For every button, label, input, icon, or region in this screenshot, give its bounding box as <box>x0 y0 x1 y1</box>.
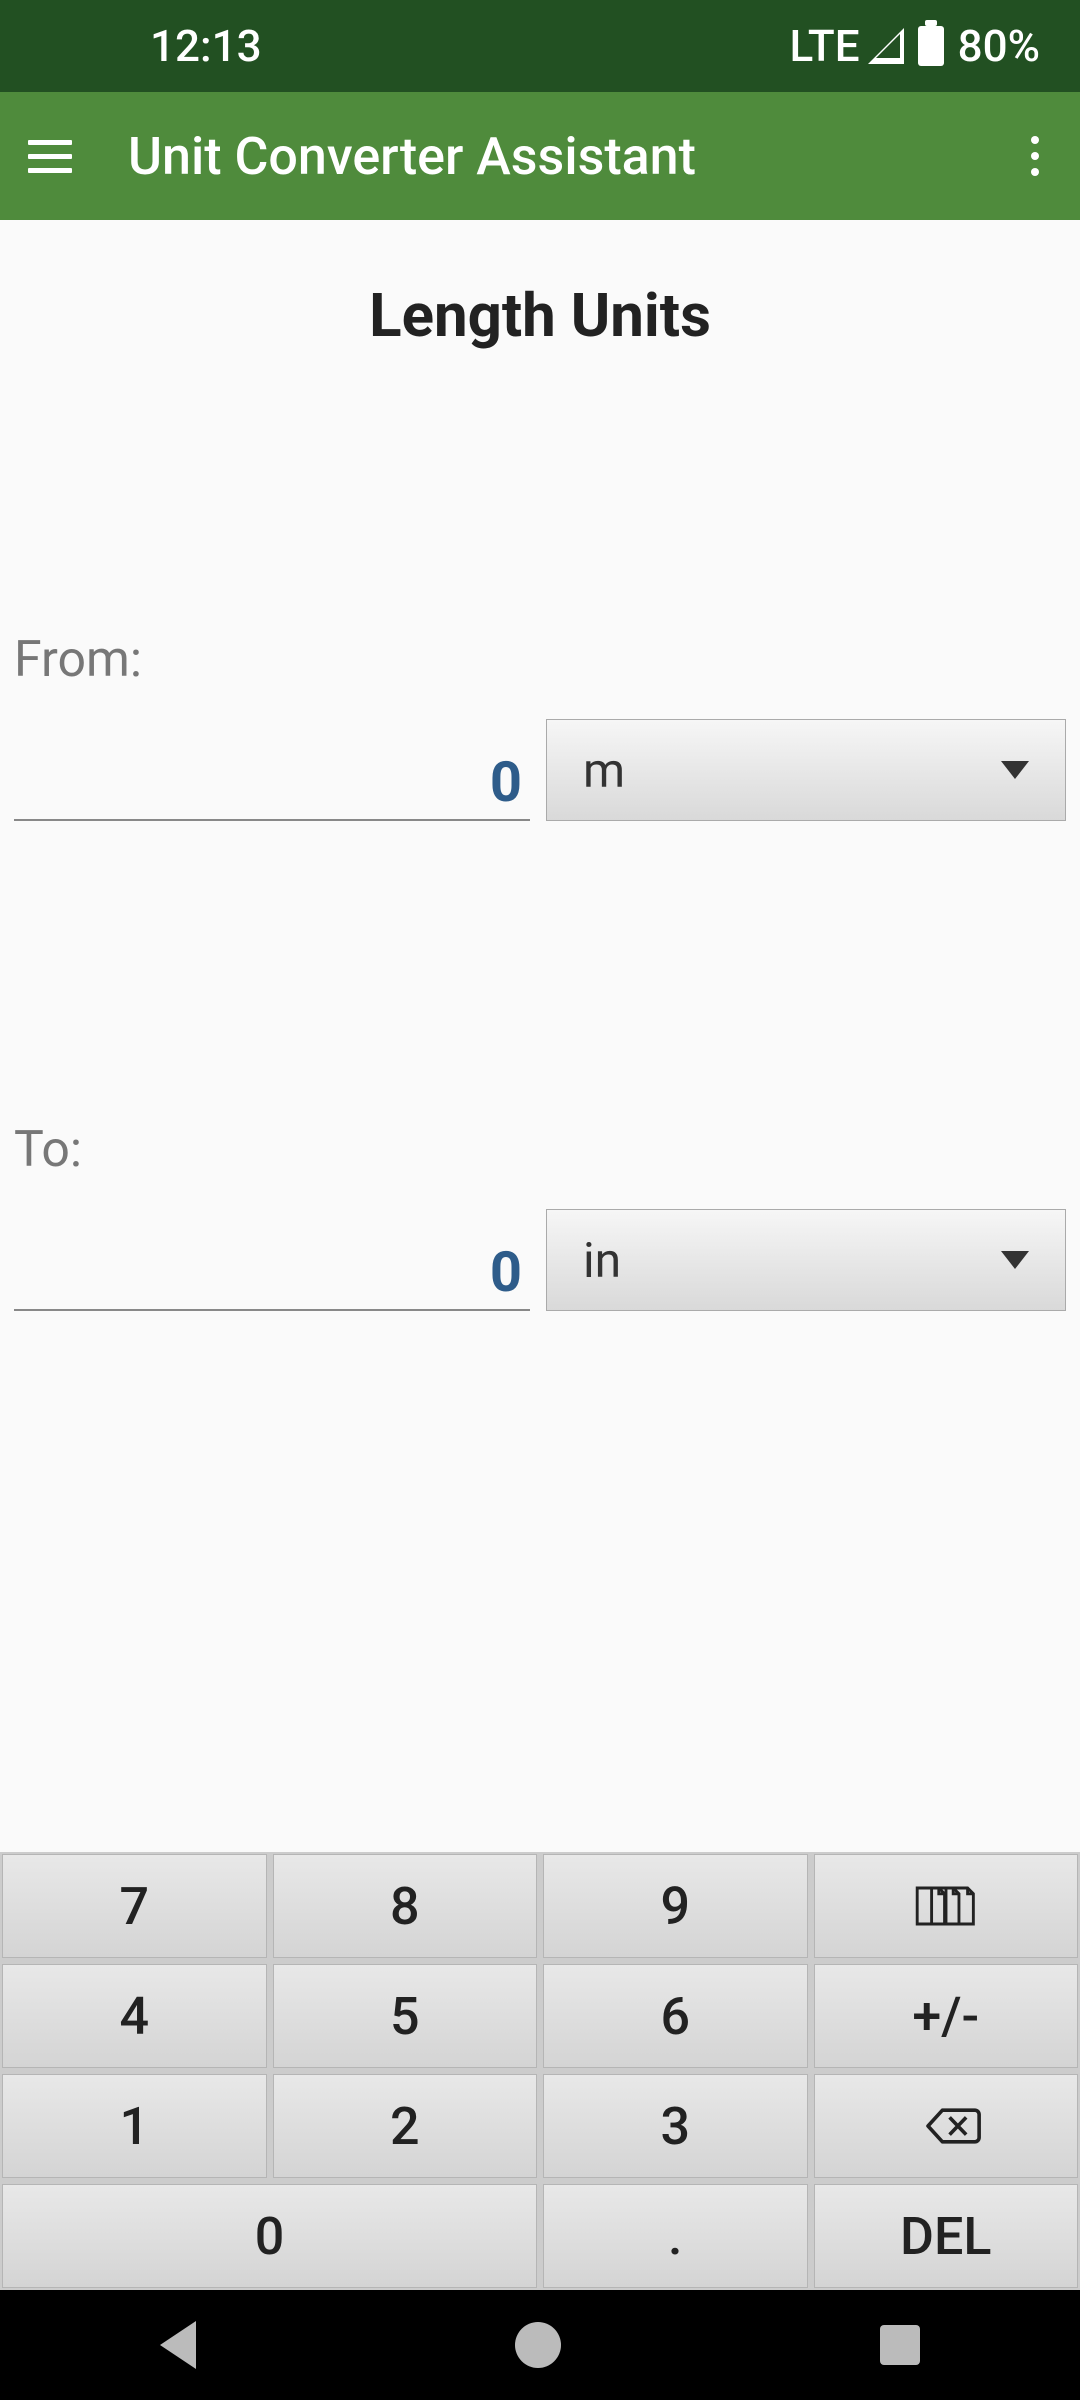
key-7[interactable]: 7 <box>2 1854 267 1958</box>
key-1[interactable]: 1 <box>2 2074 267 2178</box>
app-title: Unit Converter Assistant <box>128 126 1010 187</box>
overflow-icon[interactable] <box>1010 126 1060 186</box>
status-right: LTE 80% <box>790 20 1041 72</box>
nav-back-icon[interactable] <box>160 2321 196 2369</box>
from-value-input[interactable]: 0 <box>14 745 530 821</box>
key-5[interactable]: 5 <box>273 1964 538 2068</box>
status-battery: 80% <box>958 20 1040 72</box>
page-title: Length Units <box>14 280 1066 351</box>
app-bar: Unit Converter Assistant <box>0 92 1080 220</box>
status-bar: 12:13 LTE 80% <box>0 0 1080 92</box>
to-value-input[interactable]: 0 <box>14 1235 530 1311</box>
to-row: 0 in <box>14 1209 1066 1311</box>
key-4[interactable]: 4 <box>2 1964 267 2068</box>
nav-bar <box>0 2290 1080 2400</box>
status-network: LTE <box>790 20 860 72</box>
key-copy[interactable] <box>814 1854 1079 1958</box>
keypad: 7 8 9 4 5 6 +/- 1 2 3 0 . DEL <box>0 1852 1080 2290</box>
key-3[interactable]: 3 <box>543 2074 808 2178</box>
signal-icon <box>868 28 904 64</box>
key-dot[interactable]: . <box>543 2184 808 2288</box>
key-backspace[interactable] <box>814 2074 1079 2178</box>
chevron-down-icon <box>1001 761 1029 779</box>
to-unit-dropdown[interactable]: in <box>546 1209 1066 1311</box>
key-del[interactable]: DEL <box>814 2184 1079 2288</box>
key-2[interactable]: 2 <box>273 2074 538 2178</box>
from-unit-label: m <box>583 742 625 799</box>
battery-icon <box>918 26 944 66</box>
to-unit-label: in <box>583 1232 621 1289</box>
copy-icon <box>910 1880 982 1932</box>
menu-icon[interactable] <box>20 140 80 173</box>
from-unit-dropdown[interactable]: m <box>546 719 1066 821</box>
main-content: Length Units From: 0 m To: 0 in <box>0 220 1080 1852</box>
to-label: To: <box>14 1121 1066 1179</box>
from-row: 0 m <box>14 719 1066 821</box>
nav-recent-icon[interactable] <box>880 2325 920 2365</box>
key-plus-minus[interactable]: +/- <box>814 1964 1079 2068</box>
chevron-down-icon <box>1001 1251 1029 1269</box>
nav-home-icon[interactable] <box>515 2322 561 2368</box>
key-8[interactable]: 8 <box>273 1854 538 1958</box>
key-9[interactable]: 9 <box>543 1854 808 1958</box>
key-0[interactable]: 0 <box>2 2184 537 2288</box>
status-time: 12:13 <box>150 20 262 72</box>
key-6[interactable]: 6 <box>543 1964 808 2068</box>
backspace-icon <box>910 2100 982 2152</box>
from-label: From: <box>14 631 1066 689</box>
